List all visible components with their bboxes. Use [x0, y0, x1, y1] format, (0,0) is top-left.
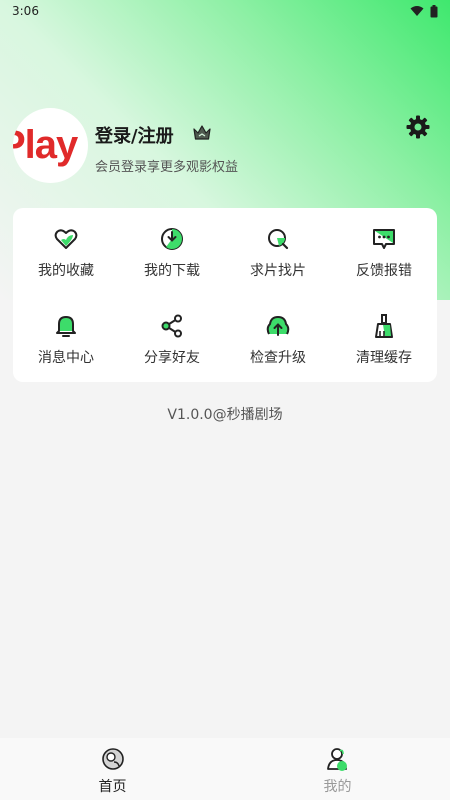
menu-item-label: 我的收藏	[38, 263, 94, 279]
tab-mine[interactable]: 我的	[225, 738, 450, 800]
heart-icon	[54, 229, 78, 249]
feature-card: 我的收藏 我的下载 求片找片 反馈报错 消息中心 分享好友 检查升级 清理缓存	[13, 208, 437, 382]
menu-item-feedback[interactable]: 反馈报错	[331, 208, 437, 295]
bell-icon	[56, 316, 76, 337]
menu-item-label: 检查升级	[250, 350, 306, 366]
tab-home[interactable]: 首页	[0, 738, 225, 800]
gear-icon[interactable]	[405, 114, 431, 140]
menu-item-messages[interactable]: 消息中心	[13, 295, 119, 382]
search-film-icon	[268, 229, 289, 250]
login-register-link[interactable]: 登录/注册	[95, 122, 174, 148]
menu-item-label: 分享好友	[144, 350, 200, 366]
menu-item-check-update[interactable]: 检查升级	[225, 295, 331, 382]
profile-icon	[326, 748, 347, 771]
broom-icon	[375, 314, 393, 338]
share-icon	[161, 314, 182, 338]
profile-section[interactable]: Play 登录/注册 会员登录享更多观影权益	[13, 108, 437, 183]
menu-item-label: 反馈报错	[356, 263, 412, 279]
avatar[interactable]: Play	[13, 108, 88, 183]
menu-item-share[interactable]: 分享好友	[119, 295, 225, 382]
bottom-tab-bar: 首页 我的	[0, 738, 450, 800]
home-icon	[101, 748, 124, 770]
menu-item-label: 求片找片	[250, 263, 306, 279]
avatar-logo: Play	[13, 123, 78, 167]
feedback-icon	[373, 229, 395, 249]
version-text: V1.0.0@秒播剧场	[167, 407, 283, 423]
crown-icon	[193, 125, 211, 140]
status-bar: 3:06	[0, 0, 450, 22]
tab-mine-label: 我的	[323, 779, 352, 795]
upgrade-icon	[266, 315, 290, 336]
menu-item-label: 消息中心	[38, 350, 94, 366]
status-time: 3:06	[12, 4, 39, 18]
tab-home-label: 首页	[98, 779, 127, 795]
menu-item-label: 清理缓存	[356, 350, 412, 366]
status-icons	[410, 4, 438, 18]
menu-item-downloads[interactable]: 我的下载	[119, 208, 225, 295]
menu-item-clear-cache[interactable]: 清理缓存	[331, 295, 437, 382]
menu-item-label: 我的下载	[144, 263, 200, 279]
menu-item-request-film[interactable]: 求片找片	[225, 208, 331, 295]
download-icon	[161, 228, 183, 250]
wifi-icon	[410, 6, 424, 16]
member-benefit-text: 会员登录享更多观影权益	[95, 160, 239, 175]
battery-icon	[430, 4, 438, 17]
menu-item-favorites[interactable]: 我的收藏	[13, 208, 119, 295]
